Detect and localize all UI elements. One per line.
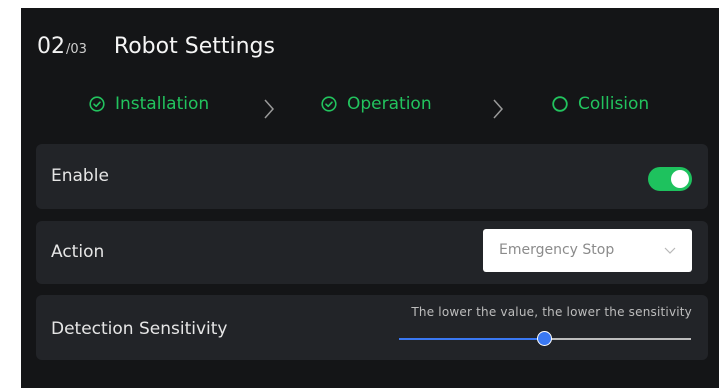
check-circle-icon <box>89 96 105 112</box>
action-label: Action <box>51 242 105 262</box>
sensitivity-row: Detection Sensitivity The lower the valu… <box>36 295 708 360</box>
sensitivity-label: Detection Sensitivity <box>51 319 228 339</box>
slider-thumb[interactable] <box>537 331 552 346</box>
toggle-knob <box>671 170 689 188</box>
chevron-right-icon <box>264 99 275 119</box>
slider-fill <box>399 338 545 340</box>
stepper: Installation Operation Collision <box>21 94 719 122</box>
action-select-value: Emergency Stop <box>499 242 615 258</box>
enable-row: Enable <box>36 144 708 209</box>
step-operation[interactable]: Operation <box>321 94 432 114</box>
header: 02 /03 Robot Settings <box>37 34 275 59</box>
step-label: Installation <box>115 94 210 114</box>
circle-icon <box>552 96 568 112</box>
step-label: Collision <box>578 94 650 114</box>
step-label: Operation <box>347 94 432 114</box>
check-circle-icon <box>321 96 337 112</box>
chevron-right-icon <box>493 99 504 119</box>
step-total: /03 <box>66 42 87 57</box>
page-title: Robot Settings <box>113 34 275 59</box>
robot-settings-panel: 02 /03 Robot Settings Installation Opera… <box>21 8 719 388</box>
sensitivity-slider[interactable] <box>399 331 691 346</box>
action-select[interactable]: Emergency Stop <box>483 229 692 272</box>
enable-label: Enable <box>51 166 109 186</box>
step-collision[interactable]: Collision <box>552 94 649 114</box>
step-installation[interactable]: Installation <box>89 94 209 114</box>
chevron-down-icon <box>664 247 676 254</box>
enable-toggle[interactable] <box>648 167 692 191</box>
sensitivity-hint: The lower the value, the lower the sensi… <box>411 305 692 319</box>
step-current: 02 <box>37 34 65 59</box>
action-row: Action Emergency Stop <box>36 221 708 284</box>
